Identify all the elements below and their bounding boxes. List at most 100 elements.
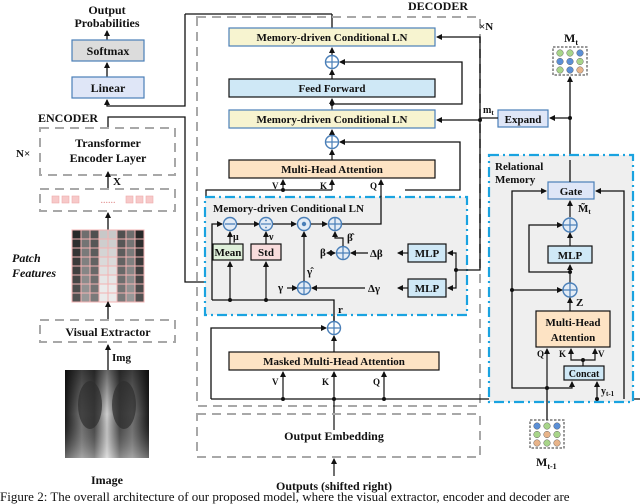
- architecture-diagram: Output Probabilities Softmax Linear ENCO…: [0, 0, 640, 504]
- patch-token: [51, 195, 60, 204]
- junction: [281, 188, 285, 192]
- image-patch: [107, 229, 118, 240]
- masked-q-label: Q: [373, 377, 380, 387]
- minus-op: [222, 216, 238, 232]
- image-patch: [134, 292, 145, 303]
- patch-token: [61, 195, 70, 204]
- image-patch: [116, 238, 127, 249]
- image-patch: [116, 274, 127, 285]
- image-patch: [71, 247, 82, 258]
- image-patch: [89, 283, 100, 294]
- memory-slot-dot: [576, 66, 584, 74]
- chest-xray-image: [65, 370, 149, 458]
- std-label: Std: [258, 247, 274, 259]
- memory-slot-dot: [556, 57, 564, 66]
- concat-label: Concat: [569, 369, 600, 380]
- memory-slot-dot: [543, 439, 551, 447]
- masked-v-label: V: [272, 377, 279, 387]
- output-title-line1: Output: [88, 3, 125, 17]
- memory-slot-dot: [566, 66, 574, 74]
- image-patch: [125, 238, 136, 249]
- memory-slot-dot: [553, 430, 561, 439]
- mha-q-label: Q: [370, 181, 377, 191]
- encoder-layer-line1: Transformer: [75, 136, 141, 150]
- image-patch: [125, 274, 136, 285]
- junction: [332, 397, 336, 401]
- output-title-line2: Probabilities: [74, 16, 139, 30]
- image-patch: [80, 292, 91, 303]
- memory-slot-dot: [533, 439, 541, 447]
- image-patch: [98, 265, 109, 276]
- mu-label: μ: [233, 232, 239, 243]
- linear-label: Linear: [91, 81, 126, 95]
- image-patch: [134, 265, 145, 276]
- patch-token: [135, 195, 144, 204]
- patch-label-line1: Patch: [12, 251, 41, 265]
- rm-title-line2: Memory: [495, 174, 536, 186]
- masked-mha-label: Masked Multi-Head Attention: [263, 356, 405, 368]
- rm-mha-line2: Attention: [551, 332, 596, 344]
- multiply-op: [296, 216, 312, 232]
- junction: [581, 358, 585, 362]
- add-op-2: [324, 134, 340, 150]
- rm-add-op-top: [562, 217, 578, 233]
- image-patch: [116, 265, 127, 276]
- image-caption: Image: [91, 473, 124, 487]
- image-patch: [80, 229, 91, 240]
- memory-slot-dot: [566, 49, 574, 57]
- delta-beta-label: Δβ: [370, 248, 383, 260]
- image-patch: [116, 283, 127, 294]
- memory-slot-dot: [543, 422, 551, 430]
- image-patch: [98, 238, 109, 249]
- mt-to-mcln-top: [436, 34, 481, 120]
- add-op-gamma: [296, 280, 312, 296]
- image-patch: [98, 256, 109, 267]
- decoder-title: DECODER: [408, 0, 468, 13]
- image-patch: [71, 238, 82, 249]
- patch-token: [145, 195, 154, 204]
- x-label: X: [113, 176, 121, 188]
- image-patch: [89, 265, 100, 276]
- image-patch: [125, 247, 136, 258]
- image-patch: [107, 247, 118, 258]
- image-patch: [134, 229, 145, 240]
- masked-k-label: K: [322, 377, 329, 387]
- patch-token: [125, 195, 134, 204]
- memory-slot-dot: [576, 49, 584, 57]
- mtm1-matrix-cells: [533, 422, 561, 447]
- delta-gamma-label: Δγ: [368, 283, 380, 295]
- divide-op: [258, 216, 274, 232]
- gamma-label: γ: [277, 282, 283, 294]
- encoder-layer-line2: Encoder Layer: [70, 151, 147, 165]
- junction: [281, 397, 285, 401]
- image-patch: [134, 238, 145, 249]
- mt-label: Mt: [564, 31, 578, 47]
- image-patch: [80, 256, 91, 267]
- mlp1-label: MLP: [415, 248, 440, 260]
- gate-label: Gate: [560, 186, 583, 198]
- image-patch: [71, 292, 82, 303]
- image-patch: [89, 256, 100, 267]
- image-patch: [125, 292, 136, 303]
- rm-mha-line1: Multi-Head: [546, 317, 601, 329]
- mcln-detail-title: Memory-driven Conditional LN: [213, 203, 364, 215]
- m-small-label: mt: [483, 105, 494, 117]
- image-patch: [71, 283, 82, 294]
- image-patch: [134, 283, 145, 294]
- image-patch: [98, 292, 109, 303]
- image-patch: [89, 229, 100, 240]
- token-ellipsis: ......: [101, 195, 116, 206]
- mean-label: Mean: [215, 247, 242, 259]
- image-patch: [71, 256, 82, 267]
- add-op-masked: [326, 320, 342, 336]
- mtm1-label: Mt-1: [536, 455, 557, 471]
- memory-slot-dot: [556, 49, 564, 57]
- feed-forward-label: Feed Forward: [299, 83, 366, 95]
- image-patch: [107, 274, 118, 285]
- memory-slot-dot: [543, 430, 551, 439]
- image-patch: [80, 283, 91, 294]
- image-patch: [98, 283, 109, 294]
- rm-add-op-bottom: [562, 282, 578, 298]
- image-patch: [98, 247, 109, 258]
- image-patch: [80, 247, 91, 258]
